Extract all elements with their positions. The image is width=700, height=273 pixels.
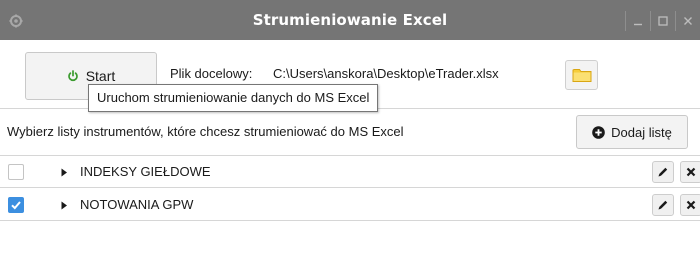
minimize-icon: [634, 23, 642, 26]
list-item[interactable]: INDEKSY GIEŁDOWE: [0, 156, 700, 188]
power-icon: [67, 70, 79, 82]
start-tooltip: Uruchom strumieniowanie danych do MS Exc…: [88, 84, 379, 112]
list-item-label: NOTOWANIA GPW: [80, 197, 194, 212]
delete-list-button[interactable]: [680, 194, 700, 216]
edit-list-button[interactable]: [652, 161, 674, 183]
list-item[interactable]: NOTOWANIA GPW: [0, 189, 700, 221]
title-bar[interactable]: Strumieniowanie Excel: [0, 0, 700, 40]
close-icon: [684, 17, 692, 25]
expand-arrow-icon[interactable]: [59, 200, 69, 210]
close-icon: [686, 167, 696, 177]
list-item-label: INDEKSY GIEŁDOWE: [80, 164, 211, 179]
edit-list-button[interactable]: [652, 194, 674, 216]
pencil-icon: [658, 200, 668, 210]
minimize-button[interactable]: [626, 10, 650, 32]
instruction-text: Wybierz listy instrumentów, które chcesz…: [7, 124, 404, 139]
expand-arrow-icon[interactable]: [59, 167, 69, 177]
delete-list-button[interactable]: [680, 161, 700, 183]
plus-circle-icon: [592, 125, 605, 139]
checkmark-icon: [11, 201, 21, 210]
window-title: Strumieniowanie Excel: [252, 11, 448, 29]
window-controls: [625, 10, 700, 32]
add-list-label: Dodaj listę: [611, 124, 672, 140]
target-file-label: Plik docelowy:: [170, 66, 253, 81]
add-list-button[interactable]: Dodaj listę: [576, 115, 688, 149]
browse-folder-button[interactable]: [565, 60, 598, 90]
target-file-path: C:\Users\anskora\Desktop\eTrader.xlsx: [273, 66, 499, 81]
list-checkbox[interactable]: [8, 164, 24, 180]
list-checkbox[interactable]: [8, 197, 24, 213]
close-button[interactable]: [676, 10, 700, 32]
folder-icon: [572, 69, 591, 82]
maximize-button[interactable]: [651, 10, 675, 32]
app-window: Strumieniowanie Excel Start Plik docelow…: [0, 0, 700, 273]
start-label: Start: [85, 68, 116, 84]
maximize-icon: [658, 16, 668, 26]
pencil-icon: [658, 167, 668, 177]
close-icon: [686, 200, 696, 210]
